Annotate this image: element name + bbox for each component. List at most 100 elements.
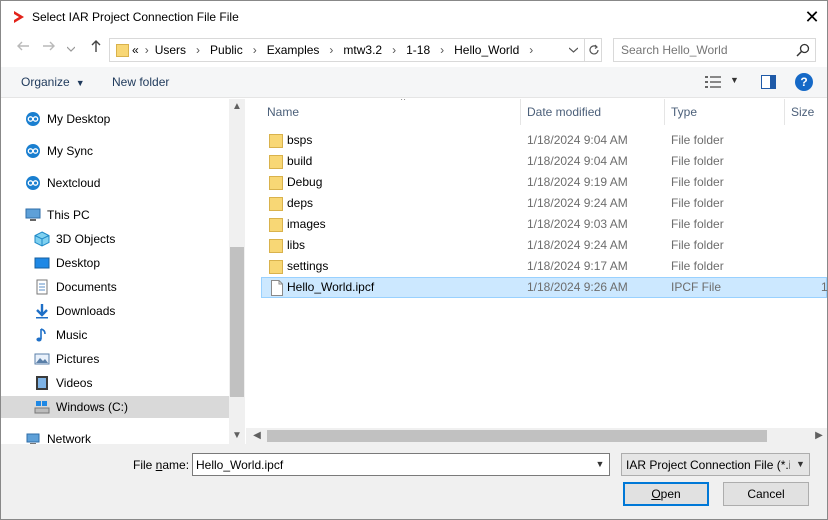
- search-box[interactable]: [613, 38, 816, 62]
- breadcrumb-separator[interactable]: ›: [382, 43, 406, 57]
- nav-item-label: Nextcloud: [47, 176, 101, 190]
- recent-locations-button[interactable]: [61, 39, 81, 59]
- details-view-icon[interactable]: [705, 76, 721, 88]
- title-bar: Select IAR Project Connection File File …: [1, 1, 827, 33]
- nav-item-network[interactable]: Network: [1, 428, 229, 444]
- download-icon: [36, 304, 48, 319]
- nav-item-label: Pictures: [56, 352, 100, 366]
- breadcrumb-item[interactable]: Hello_World: [454, 43, 519, 57]
- scroll-up-arrow-icon[interactable]: ▲: [229, 99, 245, 115]
- breadcrumb-item[interactable]: Examples: [267, 43, 320, 57]
- scrollbar-thumb[interactable]: [267, 430, 767, 442]
- file-name: bsps: [287, 133, 313, 147]
- back-button[interactable]: [13, 39, 33, 59]
- address-dropdown-button[interactable]: [565, 41, 581, 59]
- nav-scrollbar[interactable]: ▲ ▼: [229, 99, 245, 444]
- nav-item-this-pc[interactable]: This PC: [1, 204, 229, 226]
- column-header-type[interactable]: Type: [665, 99, 785, 125]
- file-type: File folder: [671, 175, 724, 189]
- scroll-down-arrow-icon[interactable]: ▼: [229, 428, 245, 444]
- label-part: File: [133, 458, 156, 472]
- column-header-name[interactable]: ^ Name: [261, 99, 521, 125]
- breadcrumb-separator[interactable]: ›: [186, 43, 210, 57]
- sync-cloud-icon: [26, 176, 40, 190]
- nav-item-documents[interactable]: Documents: [1, 276, 229, 298]
- file-type-filter[interactable]: IAR Project Connection File (*.ipcf) ▼: [621, 453, 810, 476]
- file-size: 1: [821, 280, 827, 294]
- breadcrumb-separator[interactable]: ›: [243, 43, 267, 57]
- nav-item-label: My Sync: [47, 144, 94, 158]
- nav-item-windows-c[interactable]: Windows (C:): [1, 396, 229, 418]
- nav-item-my-sync[interactable]: My Sync: [1, 140, 229, 162]
- file-row[interactable]: settings 1/18/2024 9:17 AM File folder: [261, 256, 827, 277]
- button-label: pen: [660, 487, 681, 501]
- file-row-selected[interactable]: Hello_World.ipcf 1/18/2024 9:26 AM IPCF …: [261, 277, 827, 298]
- file-row[interactable]: Debug 1/18/2024 9:19 AM File folder: [261, 172, 827, 193]
- nav-item-my-desktop[interactable]: My Desktop: [1, 108, 229, 130]
- nav-item-3d-objects[interactable]: 3D Objects: [1, 228, 229, 250]
- nav-item-nextcloud[interactable]: Nextcloud: [1, 172, 229, 194]
- organize-menu-button[interactable]: Organize ▼: [21, 75, 85, 89]
- close-button[interactable]: ✕: [797, 1, 827, 33]
- file-date: 1/18/2024 9:26 AM: [527, 280, 628, 294]
- breadcrumb-item[interactable]: 1-18: [406, 43, 430, 57]
- nav-item-label: This PC: [47, 208, 90, 222]
- nav-item-desktop[interactable]: Desktop: [1, 252, 229, 274]
- breadcrumb-item[interactable]: mtw3.2: [343, 43, 382, 57]
- folder-icon: [269, 260, 283, 274]
- file-name: libs: [287, 238, 306, 252]
- iar-logo-icon: [14, 11, 24, 23]
- folder-icon: [269, 239, 283, 253]
- file-row[interactable]: build 1/18/2024 9:04 AM File folder: [261, 151, 827, 172]
- nav-item-downloads[interactable]: Downloads: [1, 300, 229, 322]
- picture-icon: [34, 353, 50, 365]
- search-input[interactable]: [614, 39, 794, 61]
- file-row[interactable]: images 1/18/2024 9:03 AM File folder: [261, 214, 827, 235]
- nav-item-music[interactable]: Music: [1, 324, 229, 346]
- nav-item-videos[interactable]: Videos: [1, 372, 229, 394]
- chevron-down-icon[interactable]: ▼: [792, 454, 809, 475]
- breadcrumb-overflow[interactable]: «: [132, 43, 139, 57]
- open-button[interactable]: Open: [623, 482, 709, 506]
- cancel-button[interactable]: Cancel: [723, 482, 809, 506]
- breadcrumb-separator[interactable]: ›: [519, 43, 543, 57]
- horizontal-scrollbar[interactable]: ◀ ▶: [246, 428, 827, 444]
- nav-item-pictures[interactable]: Pictures: [1, 348, 229, 370]
- scroll-left-arrow-icon[interactable]: ◀: [249, 428, 265, 444]
- up-button[interactable]: [86, 39, 106, 59]
- refresh-button[interactable]: [584, 39, 602, 61]
- file-type: File folder: [671, 154, 724, 168]
- forward-button[interactable]: [39, 39, 59, 59]
- nav-item-label: My Desktop: [47, 112, 111, 126]
- file-row[interactable]: deps 1/18/2024 9:24 AM File folder: [261, 193, 827, 214]
- chevron-down-icon[interactable]: ▼: [592, 455, 608, 474]
- breadcrumb-separator[interactable]: ›: [143, 43, 155, 57]
- breadcrumb-separator[interactable]: ›: [319, 43, 343, 57]
- chevron-down-icon: [568, 47, 578, 53]
- network-icon: [26, 433, 40, 444]
- new-folder-button[interactable]: New folder: [112, 75, 169, 89]
- breadcrumb-item[interactable]: Public: [210, 43, 243, 57]
- scroll-right-arrow-icon[interactable]: ▶: [811, 428, 827, 444]
- address-bar[interactable]: « › Users › Public › Examples › mtw3.2 ›…: [109, 38, 602, 62]
- file-type: File folder: [671, 217, 724, 231]
- file-name-combobox[interactable]: Hello_World.ipcf ▼: [192, 453, 610, 476]
- preview-pane-icon[interactable]: [761, 75, 776, 89]
- breadcrumb-item[interactable]: Users: [155, 43, 186, 57]
- file-row[interactable]: libs 1/18/2024 9:24 AM File folder: [261, 235, 827, 256]
- folder-icon: [269, 218, 283, 232]
- help-icon[interactable]: ?: [795, 73, 813, 91]
- file-name-field[interactable]: Hello_World.ipcf: [196, 458, 283, 472]
- scrollbar-thumb[interactable]: [230, 247, 244, 397]
- file-date: 1/18/2024 9:19 AM: [527, 175, 628, 189]
- cube-icon: [34, 231, 50, 247]
- file-name: images: [287, 217, 326, 231]
- breadcrumb-separator[interactable]: ›: [430, 43, 454, 57]
- view-options-dropdown[interactable]: ▼: [730, 75, 739, 85]
- file-type: IPCF File: [671, 280, 722, 294]
- column-header-size[interactable]: Size: [785, 99, 827, 125]
- column-header-label: Size: [791, 105, 815, 119]
- column-header-date[interactable]: Date modified: [521, 99, 665, 125]
- file-row[interactable]: bsps 1/18/2024 9:04 AM File folder: [261, 130, 827, 151]
- caret-down-icon: ▼: [75, 78, 85, 88]
